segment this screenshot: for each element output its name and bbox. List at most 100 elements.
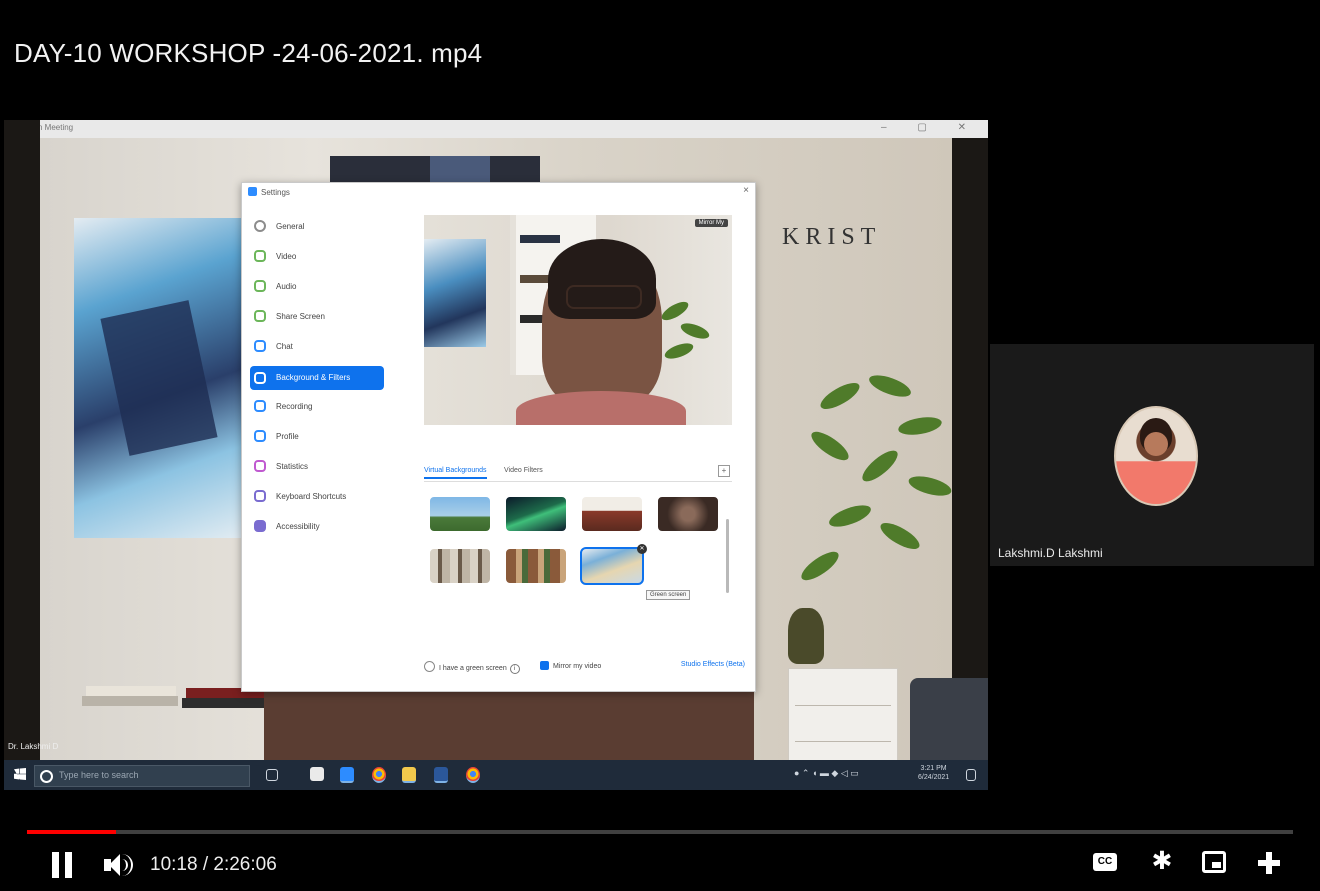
mirror-video-label: Mirror my video: [553, 663, 602, 670]
settings-nav: General Video Audio Share Screen Chat Ba…: [250, 213, 384, 543]
nav-label: Accessibility: [276, 522, 320, 531]
nav-label: Chat: [276, 342, 293, 351]
nav-label: Keyboard Shortcuts: [276, 492, 347, 501]
settings-nav-item-background-filters[interactable]: Background & Filters: [250, 366, 384, 390]
participant-name: Lakshmi.D Lakshmi: [998, 546, 1103, 560]
settings-nav-item-accessibility[interactable]: Accessibility: [250, 513, 384, 543]
video-progress-bar[interactable]: [27, 830, 1293, 834]
volume-icon[interactable]: [104, 852, 133, 878]
nav-label: Audio: [276, 282, 297, 291]
background-grid: ✕: [428, 495, 728, 595]
cortana-icon: [40, 770, 53, 783]
background-filters-icon: [254, 372, 266, 384]
close-icon[interactable]: ×: [743, 185, 749, 196]
zoom-window-titlebar: Zoom Meeting – ▢ ✕: [4, 120, 988, 138]
plant-pot: [788, 608, 824, 664]
settings-nav-item-recording[interactable]: Recording: [250, 393, 384, 423]
preview-tag: Mirror My: [694, 219, 728, 227]
video-title: DAY-10 WORKSHOP -24-06-2021. mp4: [14, 38, 483, 68]
add-background-button[interactable]: +: [718, 465, 730, 477]
tab-video-filters[interactable]: Video Filters: [504, 467, 543, 474]
background-thumbnail[interactable]: [656, 495, 720, 533]
store-app-icon[interactable]: [310, 767, 324, 781]
clock-time: 3:21 PM: [920, 765, 947, 772]
settings-title: Settings: [248, 187, 290, 197]
green-screen-option[interactable]: I have a green screen i: [424, 661, 520, 674]
chrome-taskbar-icon[interactable]: [372, 767, 386, 783]
captions-icon[interactable]: CC: [1093, 853, 1117, 871]
audio-icon: [254, 280, 266, 292]
wall-sign: KRIST: [782, 224, 882, 250]
notification-icon[interactable]: [966, 769, 976, 781]
mirror-video-checkbox[interactable]: [540, 661, 549, 670]
chrome-taskbar-icon[interactable]: [466, 767, 480, 783]
background-scrollbar[interactable]: [726, 519, 729, 593]
windows-start-icon[interactable]: [14, 768, 26, 780]
background-thumbnail-selected[interactable]: ✕: [580, 544, 647, 585]
settings-dialog: Settings × General Video Audio Share Scr…: [241, 182, 756, 692]
presenter-shoulders: [516, 391, 686, 425]
settings-nav-item-share-screen[interactable]: Share Screen: [250, 303, 384, 333]
thumbnail-tooltip: Green screen: [646, 590, 691, 600]
settings-nav-item-chat[interactable]: Chat: [250, 333, 384, 363]
chat-icon: [254, 340, 266, 352]
taskbar-search-placeholder: Type here to search: [59, 770, 139, 780]
nav-label: Background & Filters: [276, 373, 351, 382]
system-tray-icons[interactable]: ● ⌃ ◖ ▬ ◆ ◁ ▭: [794, 768, 859, 779]
wall-painting: [74, 218, 254, 538]
word-taskbar-icon[interactable]: [434, 767, 448, 783]
clock-date: 6/24/2021: [918, 774, 950, 781]
nav-label: Statistics: [276, 462, 309, 471]
mirror-video-option[interactable]: Mirror my video: [540, 661, 601, 670]
green-screen-checkbox[interactable]: [424, 661, 435, 672]
tab-virtual-backgrounds[interactable]: Virtual Backgrounds: [424, 467, 487, 479]
settings-nav-item-video[interactable]: Video: [250, 243, 384, 273]
explorer-taskbar-icon[interactable]: [402, 767, 416, 783]
exit-fullscreen-icon[interactable]: [1256, 850, 1282, 876]
zoom-taskbar-icon[interactable]: [340, 767, 354, 783]
nav-label: General: [276, 222, 305, 231]
background-thumbnail[interactable]: [428, 547, 492, 585]
info-icon[interactable]: i: [509, 664, 520, 674]
nav-label: Video: [276, 252, 297, 261]
background-thumbnail[interactable]: [580, 495, 644, 533]
background-thumbnail[interactable]: [504, 547, 568, 585]
settings-nav-item-general[interactable]: General: [250, 213, 384, 243]
nav-label: Share Screen: [276, 312, 325, 321]
share-screen-icon: [254, 310, 266, 322]
settings-nav-item-audio[interactable]: Audio: [250, 273, 384, 303]
keyboard-icon: [254, 490, 266, 502]
accessibility-icon: [254, 520, 266, 532]
background-tabs: Virtual Backgrounds Video Filters +: [424, 465, 732, 482]
wall-edge: [4, 120, 40, 760]
participant-avatar: [1114, 406, 1198, 506]
presenter-body: [264, 690, 754, 760]
settings-nav-item-profile[interactable]: Profile: [250, 423, 384, 453]
nav-label: Recording: [276, 402, 313, 411]
windows-taskbar: Type here to search ● ⌃ ◖ ▬ ◆ ◁ ▭ 3:21 P…: [4, 760, 988, 790]
window-controls: – ▢ ✕: [881, 122, 980, 133]
progress-played: [27, 830, 116, 834]
settings-gear-icon[interactable]: ✱: [1150, 849, 1174, 874]
background-thumbnail[interactable]: [428, 495, 492, 533]
house-plant: [788, 368, 968, 628]
taskbar-clock[interactable]: 3:21 PM 6/24/2021: [918, 764, 949, 782]
presenter-face: [542, 239, 662, 405]
video-icon: [254, 250, 266, 262]
participant-tile[interactable]: Lakshmi.D Lakshmi: [990, 344, 1314, 566]
video-preview: Mirror My: [424, 215, 732, 425]
remove-background-icon[interactable]: ✕: [637, 544, 647, 554]
preview-painting: [424, 239, 486, 347]
background-thumbnail[interactable]: [504, 495, 568, 533]
pause-icon[interactable]: [50, 852, 74, 878]
taskbar-search-input[interactable]: Type here to search: [34, 765, 250, 787]
shared-screen: Zoom Meeting – ▢ ✕ KRIST Dr. Lakshmi D S…: [4, 120, 988, 790]
time-display: 10:18 / 2:26:06: [150, 854, 277, 875]
settings-nav-item-statistics[interactable]: Statistics: [250, 453, 384, 483]
studio-effects-link[interactable]: Studio Effects (Beta): [681, 661, 745, 668]
nav-label: Profile: [276, 432, 299, 441]
task-view-icon[interactable]: [266, 769, 278, 781]
statistics-icon: [254, 460, 266, 472]
miniplayer-icon[interactable]: [1202, 851, 1226, 873]
settings-nav-item-keyboard-shortcuts[interactable]: Keyboard Shortcuts: [250, 483, 384, 513]
